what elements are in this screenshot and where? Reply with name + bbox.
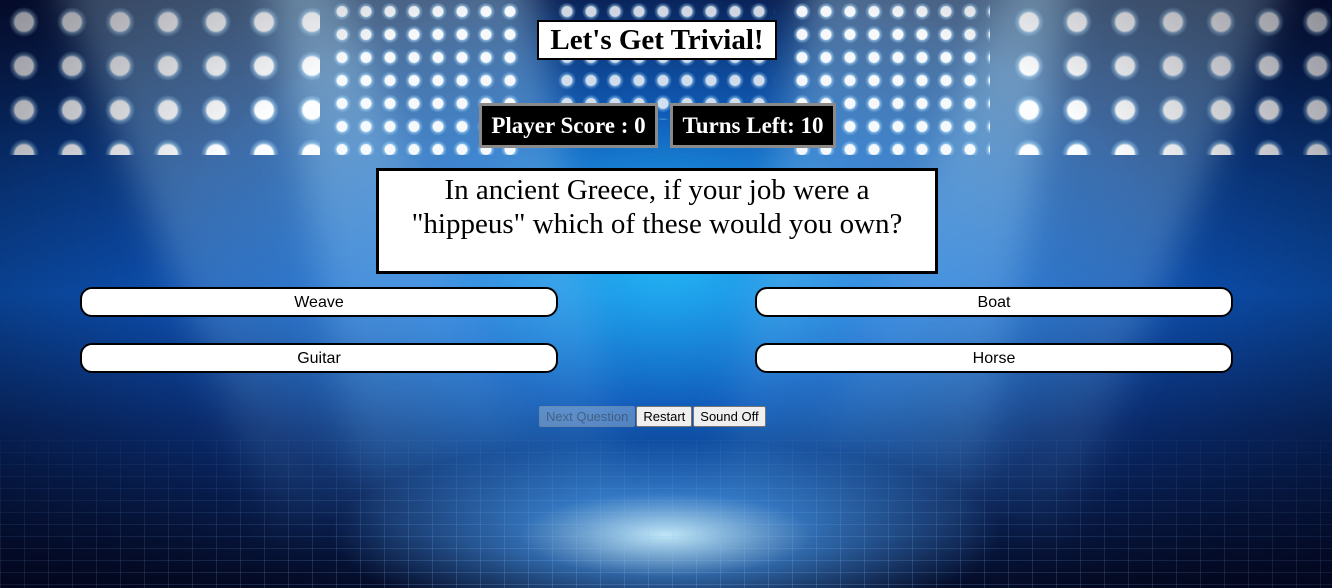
answer-button-guitar[interactable]: Guitar (80, 343, 558, 373)
next-question-button[interactable]: Next Question (539, 406, 636, 427)
question-text: In ancient Greece, if your job were a "h… (376, 168, 938, 274)
restart-button[interactable]: Restart (636, 406, 693, 427)
game-title: Let's Get Trivial! (537, 20, 777, 60)
answer-button-horse[interactable]: Horse (755, 343, 1233, 373)
answer-button-boat[interactable]: Boat (755, 287, 1233, 317)
sound-toggle-button[interactable]: Sound Off (693, 406, 766, 427)
turns-left: Turns Left: 10 (670, 103, 836, 148)
player-score: Player Score : 0 (479, 103, 658, 148)
game-controls: Next Question Restart Sound Off (539, 406, 766, 427)
answer-button-weave[interactable]: Weave (80, 287, 558, 317)
